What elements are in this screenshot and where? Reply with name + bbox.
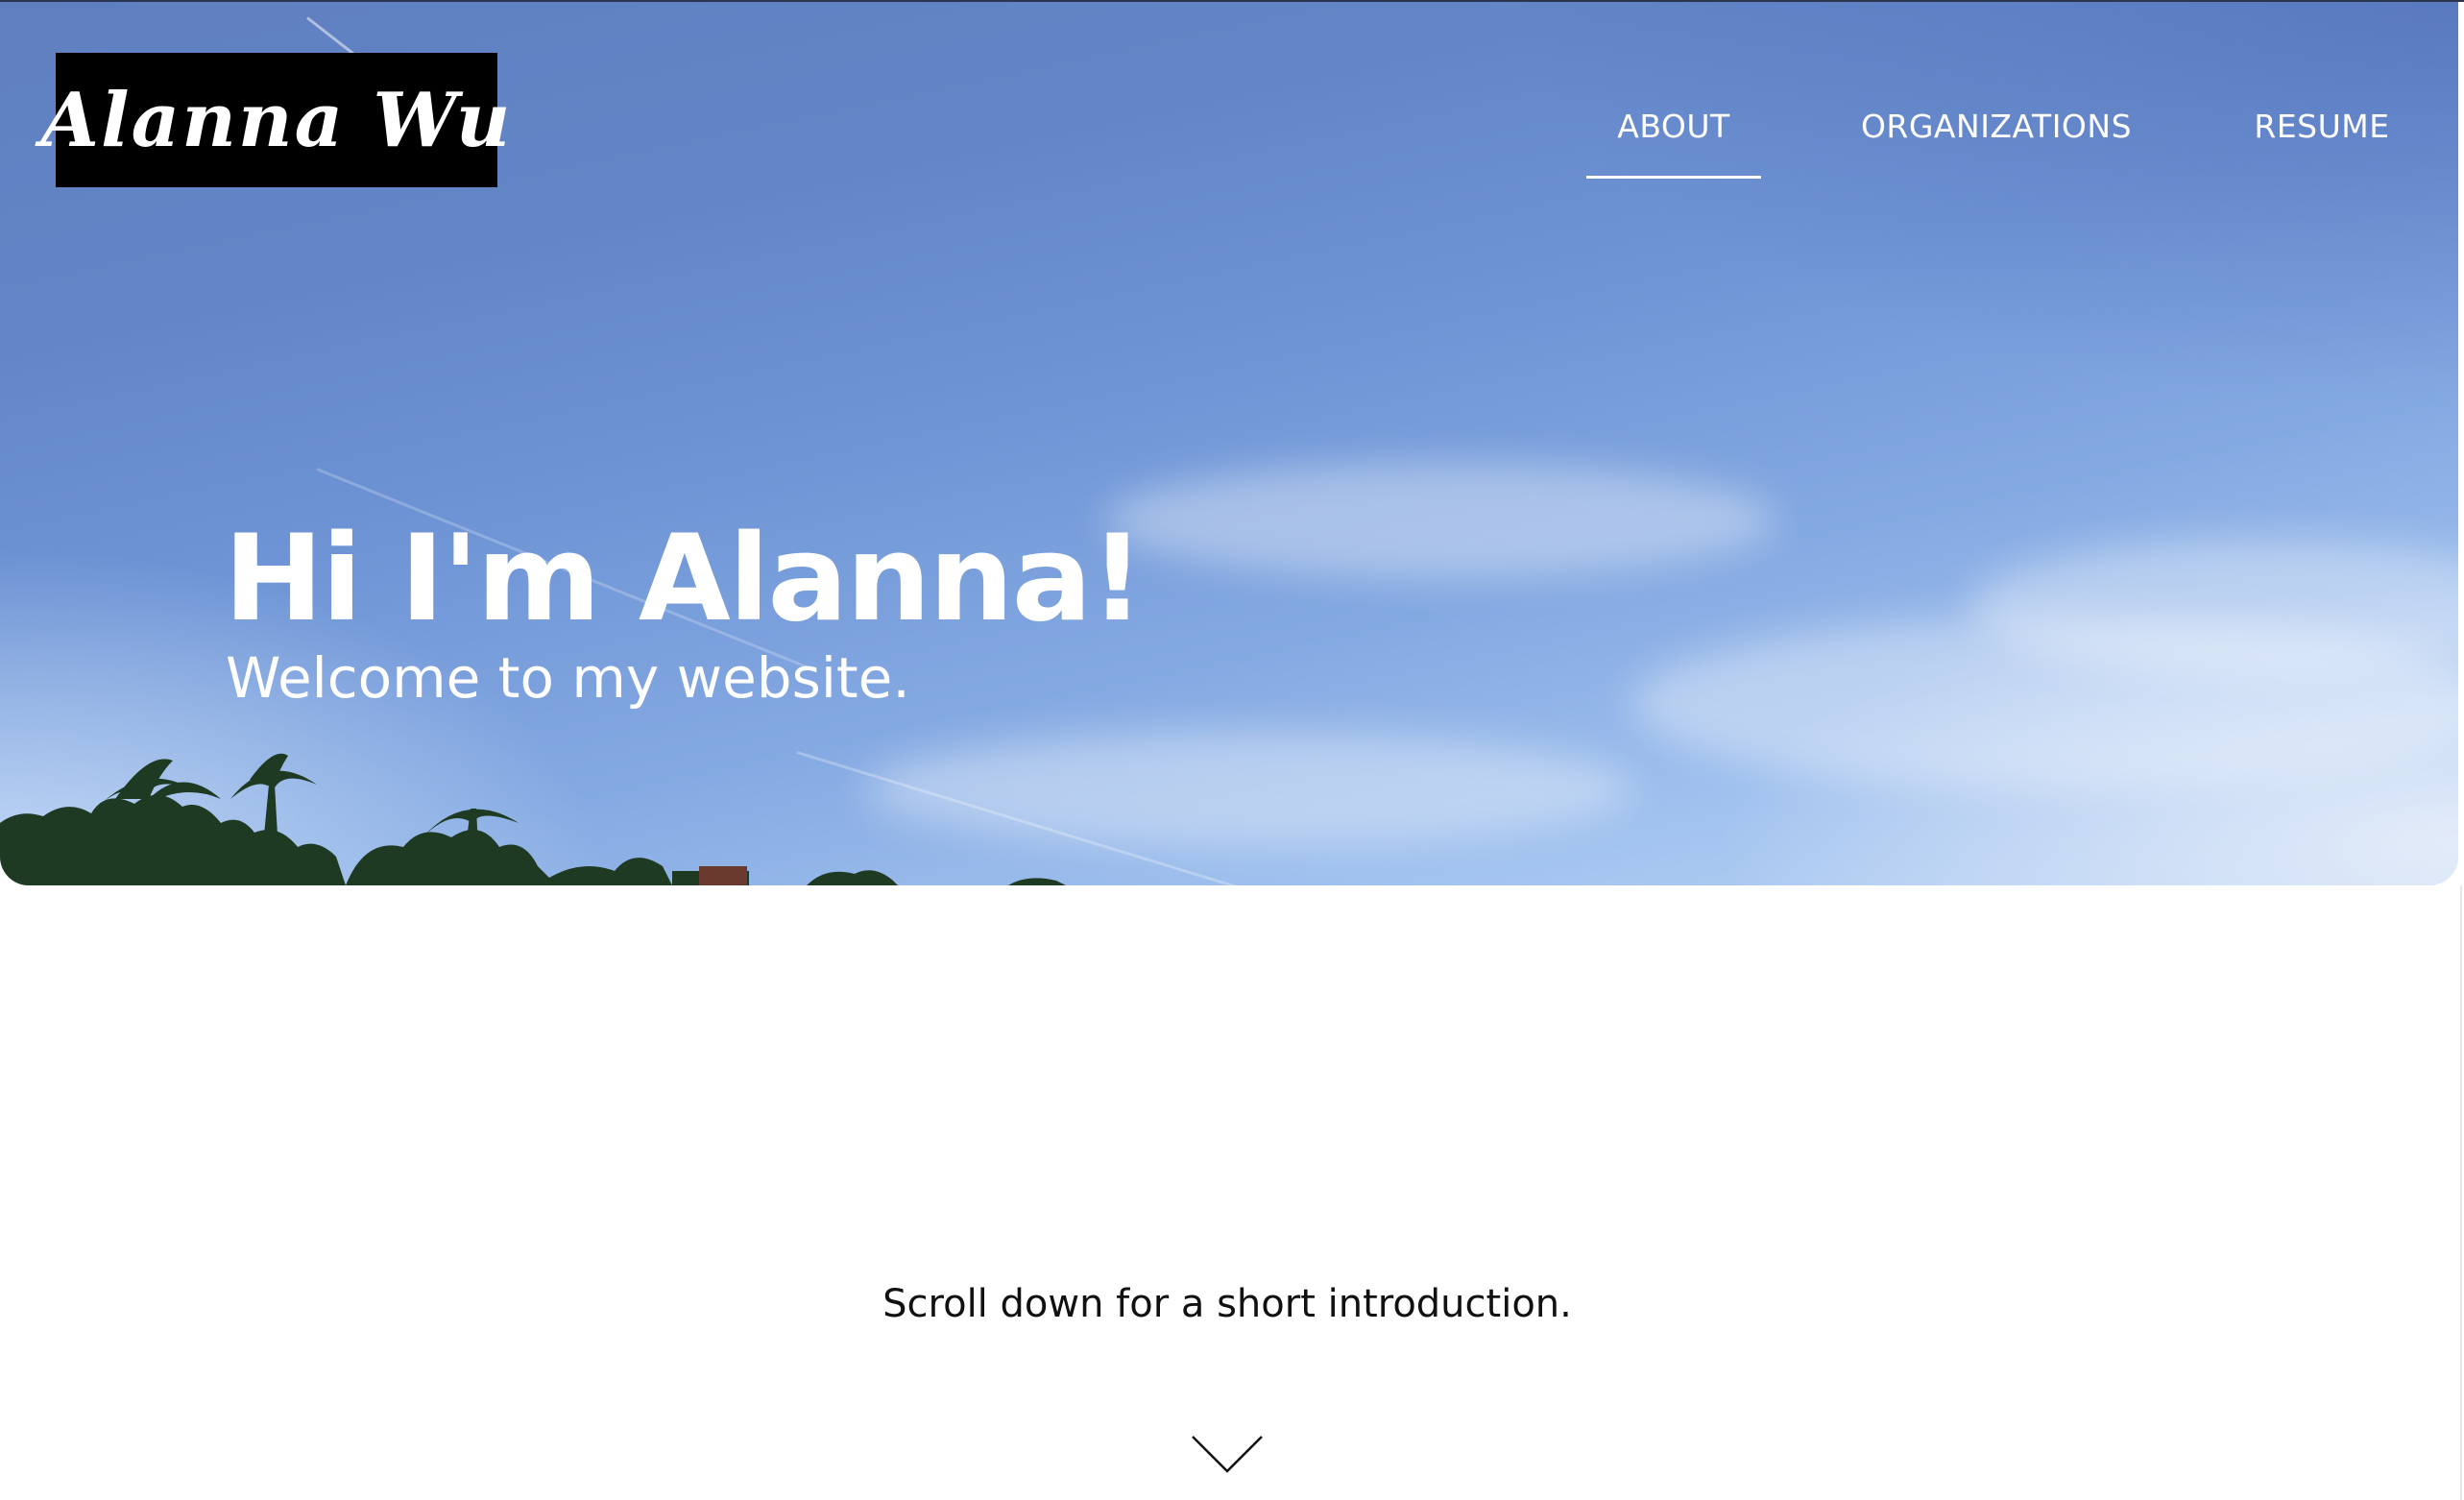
nav-item-organizations[interactable]: ORGANIZATIONS bbox=[1844, 96, 2149, 179]
hero-subtitle: Welcome to my website. bbox=[226, 645, 910, 711]
main-navigation: ABOUT ORGANIZATIONS RESUME bbox=[0, 96, 2464, 182]
nav-item-resume[interactable]: RESUME bbox=[2245, 96, 2399, 179]
page: Alanna Wu ABOUT ORGANIZATIONS RESUME Hi … bbox=[0, 0, 2464, 1500]
scrollbar-edge bbox=[2460, 885, 2462, 1500]
nav-item-about[interactable]: ABOUT bbox=[1586, 96, 1761, 179]
intro-text: Scroll down for a short introduction. bbox=[882, 1282, 1572, 1326]
cloud bbox=[1104, 463, 1776, 578]
chevron-down-icon[interactable] bbox=[1189, 1431, 1266, 1479]
hero-title: Hi I'm Alanna! bbox=[224, 510, 1145, 648]
palm-trees-silhouette bbox=[0, 753, 1066, 885]
roof bbox=[699, 866, 747, 885]
